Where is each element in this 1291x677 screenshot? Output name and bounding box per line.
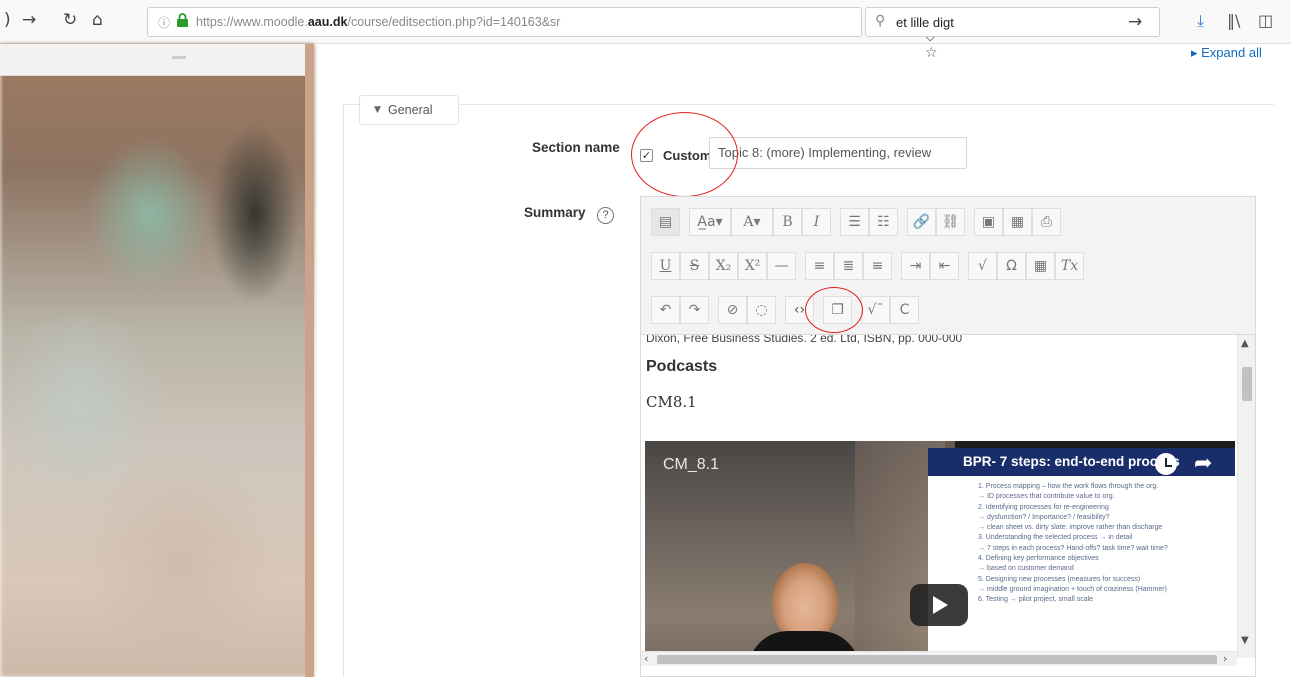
- slide-line: 5. Designing new processes (measures for…: [978, 575, 1141, 583]
- annotation-circle-custom: [631, 112, 738, 197]
- horizontal-scroll-thumb[interactable]: [657, 655, 1217, 664]
- download-icon[interactable]: ⤓: [1197, 11, 1204, 31]
- webcam-video: [0, 44, 314, 677]
- reload-button[interactable]: ↻: [63, 10, 77, 30]
- slide-line: → based on customer demand: [978, 565, 1074, 573]
- cm-label: CM8.1: [646, 393, 697, 411]
- library-icon[interactable]: ‖\: [1227, 11, 1240, 30]
- truncated-text-line: Dixon, Free Business Studies. 2 ed. Ltd,…: [646, 335, 963, 345]
- browser-toolbar: ) → ↻ ⌂ ⓘ https://www.moodle.aau.dk/cour…: [0, 0, 1291, 61]
- scroll-right-icon[interactable]: ›: [1223, 652, 1227, 665]
- manage-files-button[interactable]: ⎙: [1032, 208, 1061, 236]
- share-icon[interactable]: ➦: [1194, 451, 1212, 476]
- video-border: [305, 44, 314, 677]
- toolbar-row-2: U S X₂ X² — ≡ ≣ ≡ ⇥ ⇤ √ Ω ▦ Tx: [651, 249, 1084, 283]
- editor-toolbar: ▤ A̲a▾ A▾ B I ☰ ☷ 🔗 ⛓ ▣ ▦ ⎙ U S X₂ X² — …: [641, 197, 1255, 335]
- help-icon[interactable]: ?: [597, 207, 614, 224]
- underline-button[interactable]: U: [651, 252, 680, 280]
- clear-formatting-button[interactable]: Tx: [1055, 252, 1084, 280]
- outdent-button[interactable]: ⇤: [930, 252, 959, 280]
- slide-line: → ID processes that contribute value to …: [978, 493, 1115, 501]
- section-name-input[interactable]: Topic 8: (more) Implementing, review: [709, 137, 967, 169]
- slide-line: → 7 steps in each process? Hand-offs? ta…: [978, 544, 1168, 552]
- indent-button[interactable]: ⇥: [901, 252, 930, 280]
- slide-bullets: 1. Process mapping – how the work flows …: [978, 482, 1228, 606]
- align-right-button[interactable]: ≡: [863, 252, 892, 280]
- general-legend[interactable]: ▼ General: [359, 95, 459, 125]
- horizontal-rule-button[interactable]: —: [767, 252, 796, 280]
- play-button[interactable]: [910, 584, 968, 626]
- slide-line: 6. Testing → pilot project, small scale: [978, 596, 1094, 604]
- font-color-button[interactable]: A▾: [731, 208, 773, 236]
- annotation-circle-source: [805, 287, 863, 333]
- slide-line: 3. Understanding the selected process → …: [978, 534, 1133, 542]
- caret-down-icon: ▼: [374, 105, 381, 115]
- video-top-strip: [0, 44, 305, 76]
- expand-all-link[interactable]: ▸ Expand all: [1191, 45, 1262, 61]
- bold-button[interactable]: B: [773, 208, 802, 236]
- back-button[interactable]: ): [4, 10, 11, 30]
- align-left-button[interactable]: ≡: [805, 252, 834, 280]
- lock-icon: [177, 13, 188, 27]
- link-button[interactable]: 🔗: [907, 208, 936, 236]
- toolbar-toggle-button[interactable]: ▤: [651, 208, 680, 236]
- align-center-button[interactable]: ≣: [834, 252, 863, 280]
- equation-button[interactable]: √: [968, 252, 997, 280]
- superscript-button[interactable]: X²: [738, 252, 767, 280]
- math-button[interactable]: √ˉ: [861, 296, 890, 324]
- forward-button[interactable]: →: [22, 10, 36, 30]
- vertical-scroll-thumb[interactable]: [1242, 367, 1252, 401]
- slide-line: 2. Identifying processes for re-engineer…: [978, 503, 1109, 511]
- slide-title: BPR- 7 steps: end-to-end process: [963, 454, 1180, 469]
- sidebar-icon[interactable]: ◫: [1258, 11, 1273, 30]
- unlink-button[interactable]: ⛓: [936, 208, 965, 236]
- scroll-up-icon[interactable]: ▲: [1241, 338, 1249, 349]
- unordered-list-button[interactable]: ☰: [840, 208, 869, 236]
- summary-editor: ▤ A̲a▾ A▾ B I ☰ ☷ 🔗 ⛓ ▣ ▦ ⎙ U S X₂ X² — …: [640, 196, 1256, 677]
- search-icon: ⚲: [875, 13, 886, 29]
- general-legend-label: General: [388, 103, 433, 117]
- accessibility-checker-button[interactable]: ⊘: [718, 296, 747, 324]
- embedded-video[interactable]: CM_8.1 BPR- 7 steps: end-to-end process …: [645, 441, 1235, 658]
- video-title: CM_8.1: [663, 456, 720, 473]
- podcasts-heading: Podcasts: [646, 358, 718, 375]
- strikethrough-button[interactable]: S: [680, 252, 709, 280]
- search-go-icon[interactable]: →: [1128, 12, 1142, 32]
- toolbar-row-3: ↶ ↷ ⊘ ◌ ‹› ❐ √ˉ C: [651, 293, 919, 327]
- scroll-left-icon[interactable]: ‹: [644, 652, 648, 665]
- slide-line: 4. Defining key performance objectives: [978, 555, 1099, 563]
- redo-button[interactable]: ↷: [680, 296, 709, 324]
- scroll-down-icon[interactable]: ▼: [1241, 635, 1249, 646]
- section-name-label: Section name: [532, 140, 620, 155]
- special-character-button[interactable]: Ω: [997, 252, 1026, 280]
- subscript-button[interactable]: X₂: [709, 252, 738, 280]
- media-button[interactable]: ▦: [1003, 208, 1032, 236]
- toolbar-row-1: ▤ A̲a▾ A▾ B I ☰ ☷ 🔗 ⛓ ▣ ▦ ⎙: [651, 205, 1061, 239]
- vertical-scrollbar[interactable]: ▲ ▼: [1237, 335, 1255, 658]
- slide-line: → middle ground imagination + touch of c…: [978, 585, 1167, 593]
- info-icon[interactable]: ⓘ: [158, 14, 170, 31]
- chemistry-button[interactable]: C: [890, 296, 919, 324]
- paragraph-style-button[interactable]: A̲a▾: [689, 208, 731, 236]
- slide-line: → dysfunction? / Importance? / feasibili…: [978, 513, 1110, 521]
- ordered-list-button[interactable]: ☷: [869, 208, 898, 236]
- summary-label: Summary: [524, 205, 586, 220]
- italic-button[interactable]: I: [802, 208, 831, 236]
- presentation-slide: BPR- 7 steps: end-to-end process 1. Proc…: [928, 448, 1235, 658]
- table-button[interactable]: ▦: [1026, 252, 1055, 280]
- search-bar[interactable]: ⚲ et lille digt →: [865, 7, 1160, 37]
- image-button[interactable]: ▣: [974, 208, 1003, 236]
- undo-button[interactable]: ↶: [651, 296, 680, 324]
- slide-line: → clean sheet vs. dirty slate: improve r…: [978, 524, 1163, 532]
- watch-later-icon[interactable]: [1155, 453, 1177, 475]
- url-text: https://www.moodle.aau.dk/course/editsec…: [196, 15, 561, 29]
- home-button[interactable]: ⌂: [92, 10, 103, 30]
- editor-content[interactable]: Dixon, Free Business Studies. 2 ed. Ltd,…: [641, 335, 1237, 658]
- url-bar[interactable]: ⓘ https://www.moodle.aau.dk/course/edits…: [147, 7, 942, 61]
- search-input[interactable]: et lille digt: [896, 15, 954, 30]
- slide-header: BPR- 7 steps: end-to-end process: [928, 448, 1235, 476]
- slide-line: 1. Process mapping – how the work flows …: [978, 483, 1159, 490]
- screenreader-helper-button[interactable]: ◌: [747, 296, 776, 324]
- horizontal-scrollbar[interactable]: ‹ ›: [641, 651, 1237, 666]
